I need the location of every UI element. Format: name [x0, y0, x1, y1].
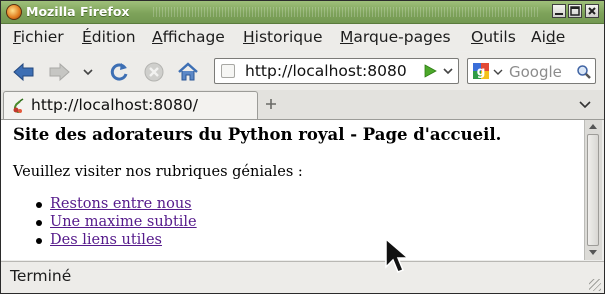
close-button[interactable]: [585, 4, 599, 18]
chevron-down-icon: [579, 101, 591, 109]
menu-fichier[interactable]: Fichier: [13, 28, 64, 46]
intro-text: Veuillez visiter nos rubriques géniales …: [13, 164, 303, 180]
google-icon: g: [473, 63, 489, 79]
tab-label: http://localhost:8080/: [31, 96, 198, 114]
maximize-button[interactable]: [568, 4, 582, 18]
navigation-toolbar: http://localhost:8080 g Google: [1, 52, 604, 90]
window-title: Mozilla Firefox: [26, 4, 130, 19]
bullet-icon: [36, 220, 42, 226]
url-text[interactable]: http://localhost:8080: [245, 62, 407, 80]
title-grip: [153, 7, 540, 17]
link-une-maxime-subtile[interactable]: Une maxime subtile: [50, 214, 197, 230]
page-content[interactable]: Site des adorateurs du Python royal - Pa…: [1, 120, 584, 260]
tab-localhost[interactable]: http://localhost:8080/: [3, 91, 258, 119]
scrollbar-thumb[interactable]: [587, 134, 599, 246]
menu-outils[interactable]: Outils: [471, 28, 516, 46]
minimize-button[interactable]: [552, 4, 566, 18]
go-arrow-icon[interactable]: [423, 64, 437, 78]
search-engine-chevron-icon: [493, 69, 503, 75]
list-all-tabs-button[interactable]: [578, 97, 592, 111]
bullet-icon: [36, 202, 42, 208]
home-button[interactable]: [175, 59, 201, 85]
menu-aide[interactable]: Aide: [531, 28, 565, 46]
back-button[interactable]: [11, 59, 37, 85]
stop-button[interactable]: [141, 59, 167, 85]
page-heading: Site des adorateurs du Python royal - Pa…: [13, 125, 502, 144]
status-text: Terminé: [10, 267, 72, 285]
stop-icon: [144, 62, 164, 82]
resize-grip[interactable]: [589, 279, 601, 291]
svg-text:g: g: [477, 65, 486, 79]
tab-strip: http://localhost:8080/: [1, 90, 604, 120]
firefox-icon: [6, 4, 22, 20]
status-bar: Terminé: [1, 261, 604, 293]
browser-window: Mozilla Firefox Fichier Édition Affichag…: [0, 0, 605, 294]
home-icon: [178, 62, 198, 81]
mouse-cursor-icon: [385, 237, 411, 273]
page-identity-icon[interactable]: [221, 64, 235, 78]
maximize-icon: [570, 6, 580, 16]
search-bar[interactable]: g Google: [467, 58, 596, 84]
chevron-down-icon: [83, 69, 93, 76]
scroll-up-arrow-icon[interactable]: [589, 124, 597, 129]
search-input[interactable]: Google: [509, 63, 562, 81]
link-des-liens-utiles[interactable]: Des liens utiles: [50, 232, 162, 248]
minimize-icon: [555, 13, 563, 15]
reload-button[interactable]: [106, 59, 132, 85]
url-history-chevron-icon[interactable]: [441, 64, 455, 78]
link-restons-entre-nous[interactable]: Restons entre nous: [50, 196, 192, 212]
plus-icon: [266, 99, 276, 109]
menu-marque-pages[interactable]: Marque-pages: [340, 28, 451, 46]
reload-icon: [110, 63, 128, 81]
menu-edition[interactable]: Édition: [82, 28, 136, 46]
bullet-icon: [36, 238, 42, 244]
menu-affichage[interactable]: Affichage: [152, 28, 225, 46]
close-icon: [588, 7, 596, 15]
menu-bar: Fichier Édition Affichage Historique Mar…: [1, 24, 604, 51]
python-favicon-icon: [13, 98, 24, 113]
history-dropdown-button[interactable]: [80, 59, 96, 85]
forward-arrow-icon: [49, 62, 70, 82]
menu-historique[interactable]: Historique: [243, 28, 322, 46]
back-arrow-icon: [13, 62, 34, 82]
magnifier-icon[interactable]: [576, 64, 592, 80]
title-bar[interactable]: Mozilla Firefox: [1, 1, 604, 24]
search-engine-button[interactable]: g: [472, 62, 490, 80]
scroll-down-arrow-icon[interactable]: [589, 250, 597, 255]
url-bar[interactable]: http://localhost:8080: [214, 58, 459, 84]
new-tab-button[interactable]: [263, 96, 279, 112]
vertical-scrollbar[interactable]: [584, 120, 602, 260]
forward-button[interactable]: [46, 59, 72, 85]
